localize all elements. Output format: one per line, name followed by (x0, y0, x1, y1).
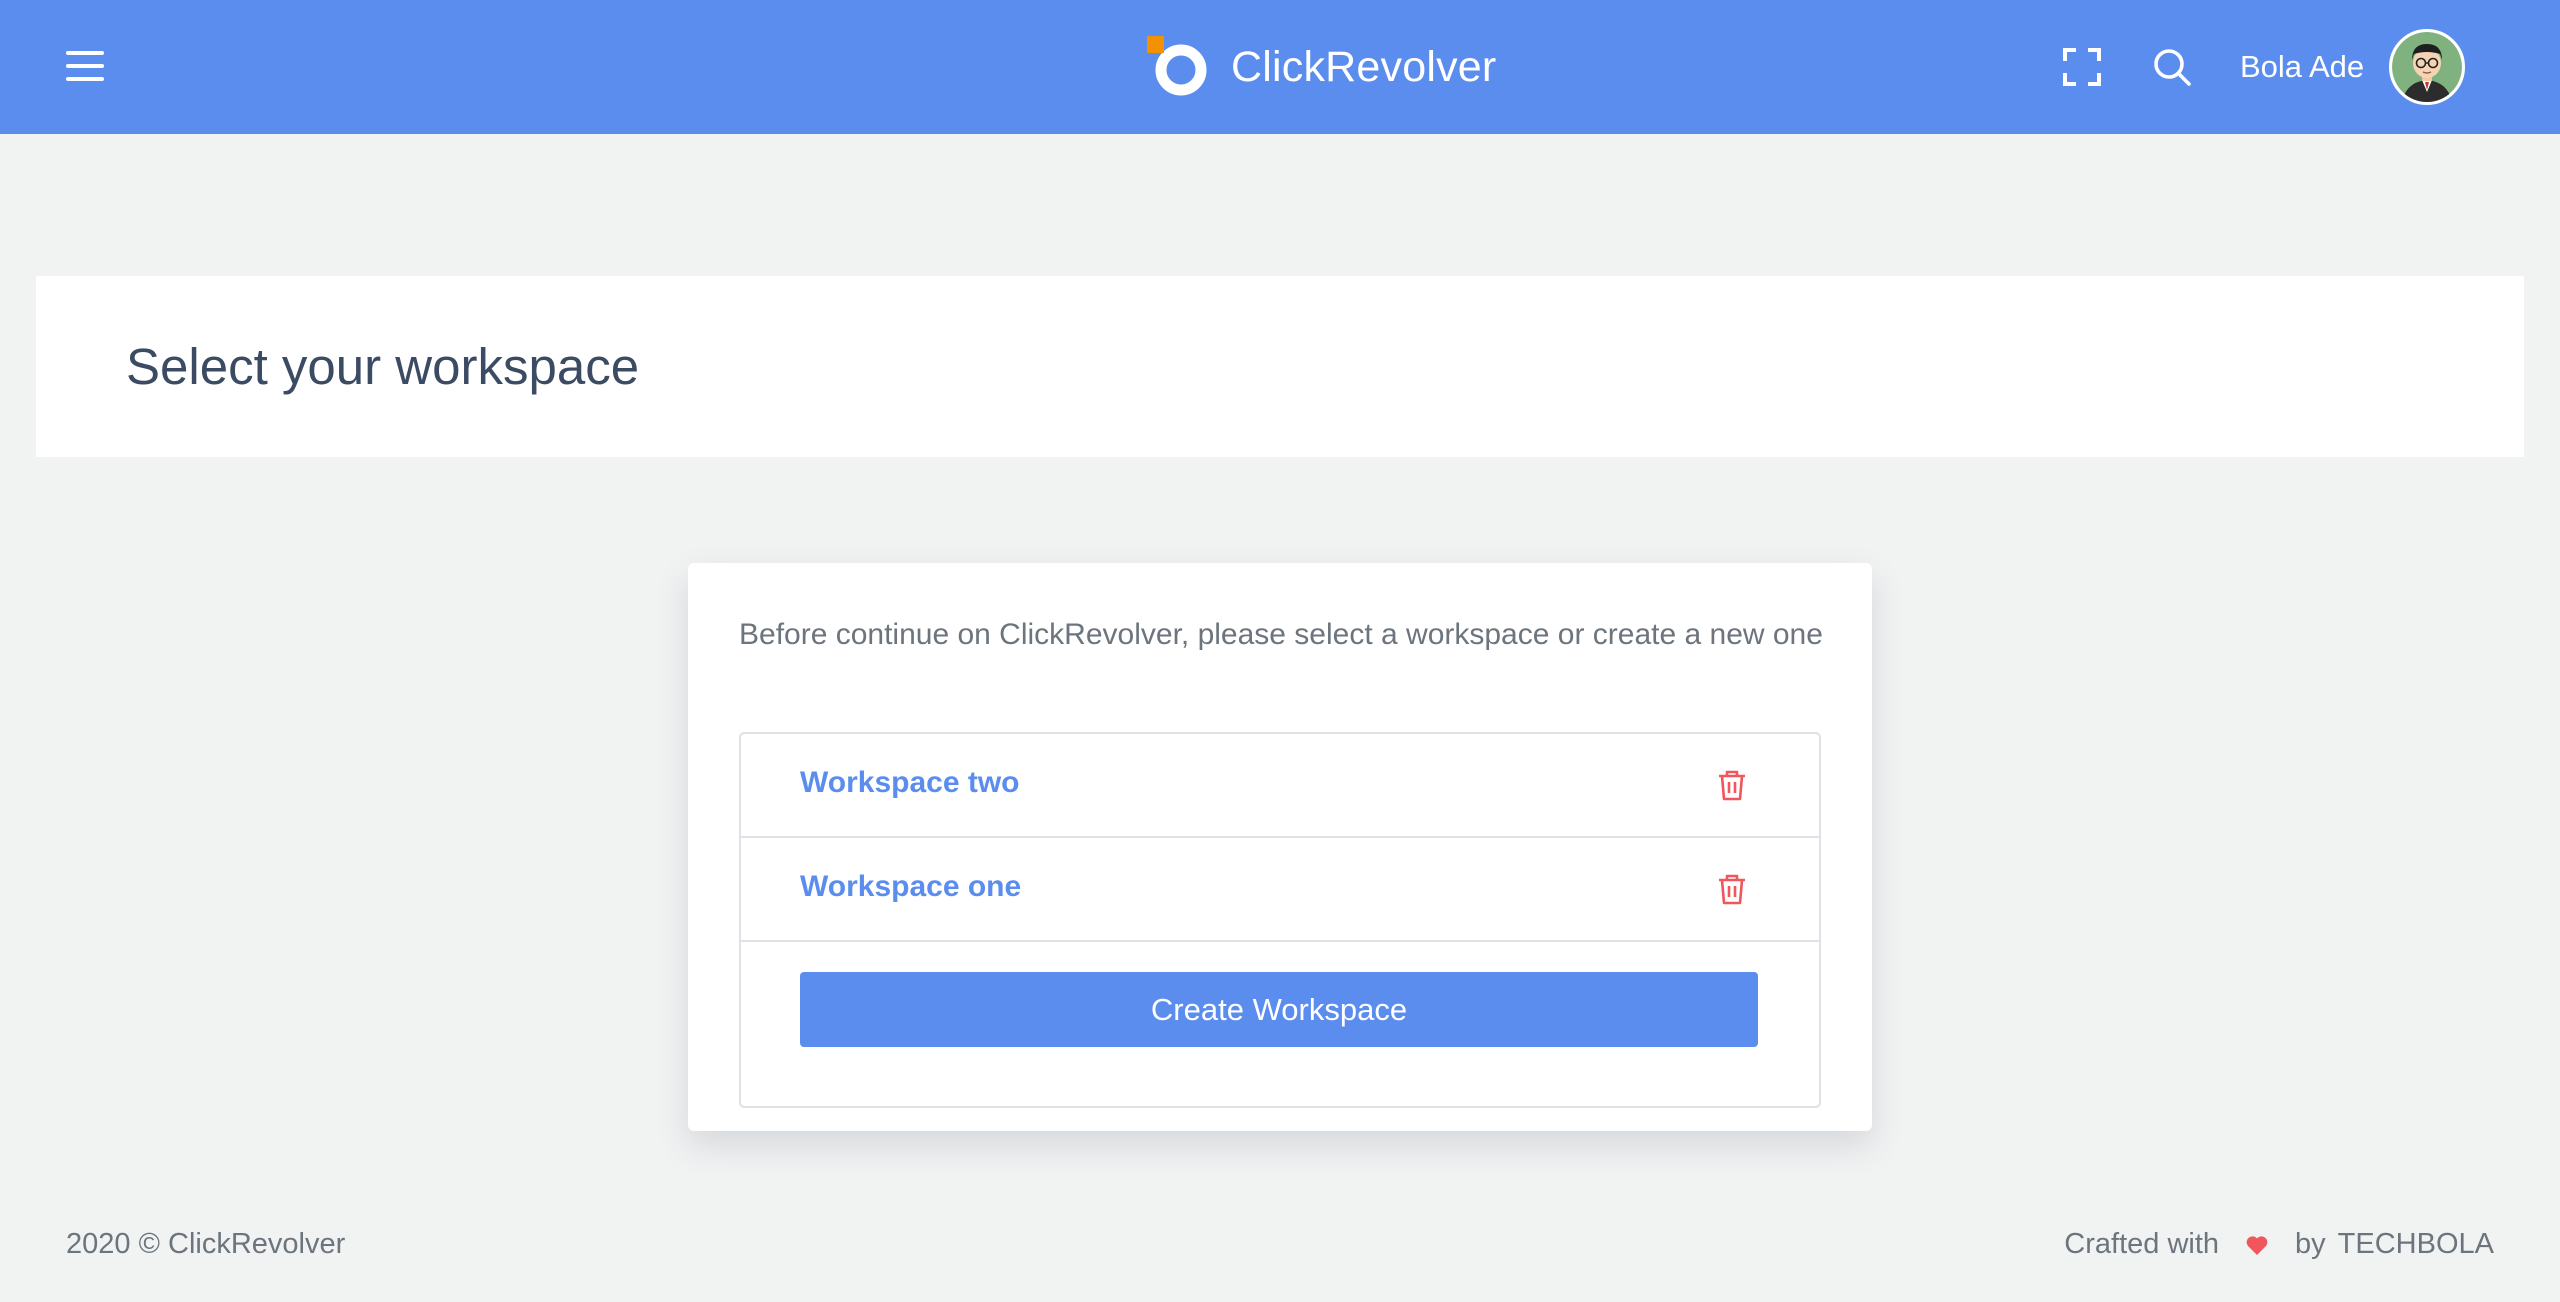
brand[interactable]: ClickRevolver (1145, 34, 1496, 100)
search-icon[interactable] (2151, 46, 2193, 88)
heart-icon (2246, 1235, 2268, 1255)
workspace-link[interactable]: Workspace one (800, 870, 1021, 904)
page-title-bar: Select your workspace (36, 276, 2524, 457)
user-name: Bola Ade (2240, 49, 2365, 84)
brand-logo-icon (1147, 36, 1207, 96)
fullscreen-icon[interactable] (2061, 46, 2103, 88)
create-workspace-button[interactable]: Create Workspace (800, 972, 1758, 1047)
hamburger-menu-icon[interactable] (66, 51, 106, 83)
footer-by: by (2295, 1228, 2326, 1260)
workspace-card: Before continue on ClickRevolver, please… (688, 563, 1872, 1131)
topbar: ClickRevolver Bola Ade (0, 0, 2560, 134)
user-menu[interactable]: Bola Ade (2240, 28, 2466, 106)
footer-credits: Crafted with by TECHBOLA (2064, 1228, 2494, 1261)
avatar[interactable] (2389, 29, 2466, 105)
trash-icon[interactable] (1715, 768, 1749, 802)
footer-author: TECHBOLA (2337, 1228, 2494, 1260)
workspace-intro-text: Before continue on ClickRevolver, please… (739, 618, 1823, 651)
list-item: Workspace one (741, 838, 1819, 942)
list-item: Workspace two (741, 734, 1819, 838)
trash-icon[interactable] (1715, 872, 1749, 906)
workspace-link[interactable]: Workspace two (800, 766, 1020, 800)
brand-name: ClickRevolver (1231, 42, 1497, 91)
page-title: Select your workspace (126, 338, 640, 395)
workspace-list: Workspace two Workspace one Create Works… (739, 732, 1821, 1108)
footer-crafted-with: Crafted with (2064, 1228, 2220, 1260)
footer-copyright: 2020 © ClickRevolver (66, 1228, 346, 1260)
